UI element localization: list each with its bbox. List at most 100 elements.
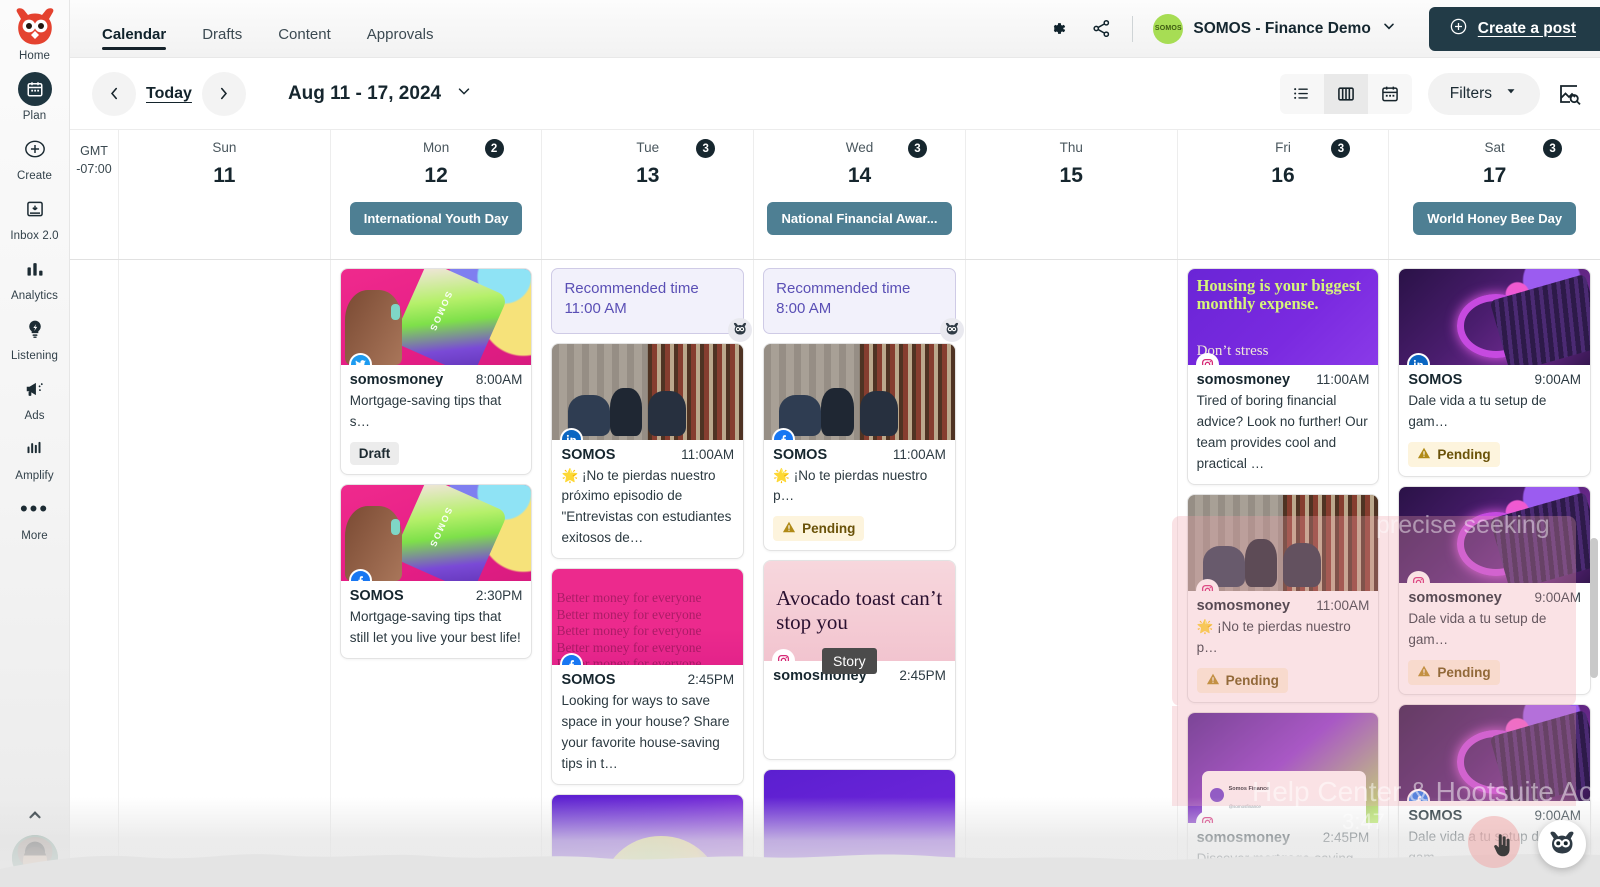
week-view-icon[interactable]	[1323, 73, 1368, 114]
sidebar-item-create[interactable]: Create	[0, 122, 70, 182]
inbox-icon	[18, 192, 52, 226]
post-time: 9:00AM	[1534, 372, 1582, 387]
share-icon[interactable]	[1088, 16, 1114, 42]
holiday-chip[interactable]: International Youth Day	[349, 202, 523, 235]
post-card[interactable]: Housing is your biggest monthly expense.…	[1186, 268, 1380, 485]
post-card[interactable]: SOMOS 11:00AM 🌟 ¡No te pierdas nuestro p…	[551, 342, 745, 560]
sidebar-item-ads[interactable]: Ads	[0, 362, 70, 422]
day-number: 16	[1271, 164, 1295, 187]
tab-approvals[interactable]: Approvals	[353, 27, 448, 58]
gear-icon[interactable]	[1044, 16, 1070, 42]
status-badge: Pending	[1408, 441, 1500, 467]
sidebar-item-label-analytics: Analytics	[11, 290, 58, 302]
create-post-button[interactable]: Create a post	[1428, 6, 1600, 51]
today-button[interactable]: Today	[146, 85, 192, 103]
status-badge: Pending	[1408, 659, 1500, 685]
owl-icon[interactable]	[1538, 820, 1586, 868]
warning-icon	[782, 520, 796, 537]
instagram-icon	[1407, 570, 1431, 583]
holiday-chip[interactable]: World Honey Bee Day	[1413, 202, 1577, 235]
media-overlay-text: Better money for everyone Better money f…	[556, 590, 702, 666]
day-column-mon[interactable]: somosmoney 8:00AM Mortgage-saving tips t…	[329, 260, 542, 887]
lightbulb-icon	[18, 312, 52, 346]
owl-icon	[728, 317, 753, 342]
sidebar-item-plan[interactable]: Plan	[0, 62, 70, 122]
day-header-mon[interactable]: Mon 2 12 International Youth Day	[329, 130, 542, 259]
media-overlay-text: Avocado toast can’t stop you	[776, 586, 943, 634]
post-card[interactable]	[763, 769, 956, 887]
day-column-thu[interactable]	[964, 260, 1177, 887]
day-header-sat[interactable]: Sat 3 17 World Honey Bee Day	[1388, 130, 1600, 259]
sidebar-item-label-plan: Plan	[22, 110, 47, 122]
post-text: Tired of boring financial advice? Look n…	[1196, 393, 1368, 471]
chevron-up-icon[interactable]	[22, 805, 48, 825]
sidebar-item-label-listening: Listening	[11, 350, 58, 362]
filters-button[interactable]: Filters	[1427, 72, 1540, 115]
sidebar-item-analytics[interactable]: Analytics	[0, 242, 70, 302]
post-card[interactable]: somosmoney 11:00AM 🌟 ¡No te pierdas nues…	[1186, 493, 1380, 703]
day-header-fri[interactable]: Fri 3 16	[1176, 130, 1389, 259]
post-text: Mortgage-saving tips that still let you …	[349, 608, 521, 645]
tab-drafts[interactable]: Drafts	[188, 27, 256, 58]
sidebar-item-label-more: More	[21, 530, 48, 542]
post-time: 2:30PM	[475, 587, 523, 603]
post-count-badge: 3	[1331, 139, 1351, 158]
next-week-button[interactable]	[201, 71, 246, 116]
tab-calendar[interactable]: Calendar	[88, 27, 180, 58]
post-account: SOMOS	[561, 446, 616, 463]
day-column-sun[interactable]	[118, 260, 330, 887]
post-card[interactable]: SOMOS 2:30PM Mortgage-saving tips that s…	[339, 483, 533, 659]
post-account: somosmoney	[349, 372, 444, 388]
warning-icon	[1417, 664, 1431, 681]
watermark-help-center: Help Center & Hootsuite Academy	[1252, 776, 1600, 807]
sidebar-item-label-amplify: Amplify	[15, 470, 54, 482]
day-header-thu[interactable]: Thu 15	[964, 130, 1177, 259]
recommended-time-value: 11:00 AM	[564, 300, 627, 318]
user-avatar[interactable]	[12, 835, 58, 881]
post-card[interactable]: SOMOS 9:00AM Dale vida a tu setup de gam…	[1398, 268, 1592, 477]
sidebar-item-more[interactable]: ••• More	[0, 482, 70, 543]
post-media	[764, 343, 955, 440]
day-header-wed[interactable]: Wed 3 14 National Financial Awar...	[753, 130, 965, 259]
list-view-icon[interactable]	[1280, 74, 1324, 114]
sidebar-item-amplify[interactable]: Amplify	[0, 422, 70, 482]
day-header-tue[interactable]: Tue 3 13	[541, 130, 753, 259]
post-meta: somosmoney 11:00AM 🌟 ¡No te pierdas nues…	[1188, 591, 1379, 702]
sidebar-item-label-home[interactable]: Home	[19, 50, 50, 62]
month-view-icon[interactable]	[1368, 74, 1412, 114]
date-range-picker[interactable]: Aug 11 - 17, 2024	[288, 82, 473, 105]
post-card[interactable]	[551, 793, 745, 887]
prev-week-button[interactable]	[92, 71, 136, 116]
tab-content[interactable]: Content	[264, 27, 345, 58]
org-selector[interactable]: SOMOS SOMOS - Finance Demo	[1151, 10, 1398, 48]
image-search-icon[interactable]	[1556, 81, 1582, 107]
equalizer-icon	[18, 432, 52, 466]
status-label: Pending	[1437, 664, 1491, 680]
calendar-icon	[17, 72, 52, 106]
vertical-scrollbar[interactable]	[1590, 538, 1598, 678]
post-meta: SOMOS 2:45PM Looking for ways to save sp…	[552, 665, 743, 784]
post-text: Dale vida a tu setup de gam…	[1408, 610, 1547, 647]
day-column-tue[interactable]: Recommended time 11:00 AM SOMOS 11:00AM …	[541, 260, 754, 887]
holiday-chip[interactable]: National Financial Awar...	[767, 202, 952, 235]
hootsuite-logo-icon[interactable]	[11, 6, 59, 50]
recommended-time-card[interactable]: Recommended time 11:00 AM	[551, 268, 753, 342]
post-card[interactable]: Better money for everyone Better money f…	[551, 568, 745, 785]
post-text: 🌟 ¡No te pierdas nuestro próximo episodi…	[561, 467, 732, 546]
sidebar-item-inbox[interactable]: Inbox 2.0	[0, 182, 70, 242]
sidebar-item-label-ads: Ads	[24, 410, 45, 422]
sidebar-item-listening[interactable]: Listening	[0, 302, 70, 362]
day-of-week: Fri	[1275, 140, 1291, 155]
watermark-seeking: precise seeking	[1376, 511, 1550, 539]
post-account: somosmoney	[1196, 829, 1291, 846]
post-media	[340, 484, 532, 581]
post-card[interactable]: SOMOS 11:00AM 🌟 ¡No te pierdas nuestro p…	[763, 342, 956, 552]
create-post-label: Create a post	[1477, 19, 1576, 37]
post-text: Mortgage-saving tips that s…	[349, 393, 502, 429]
recommended-time-card[interactable]: Recommended time 8:00 AM	[763, 268, 964, 342]
post-card[interactable]: somosmoney 8:00AM Mortgage-saving tips t…	[339, 268, 533, 475]
day-header-sun[interactable]: Sun 11	[118, 130, 330, 259]
day-column-wed[interactable]: Recommended time 8:00 AM SOMOS 11:00AM 🌟…	[753, 260, 965, 887]
post-account: somosmoney	[1196, 372, 1291, 388]
chevron-down-icon	[1504, 84, 1518, 103]
